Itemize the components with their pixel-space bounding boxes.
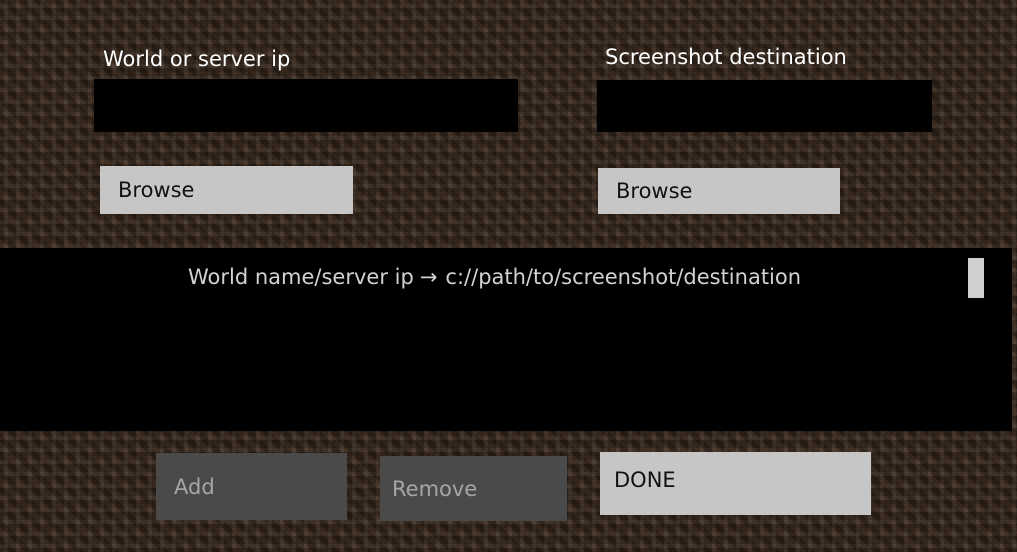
done-button[interactable]: DONE: [600, 452, 871, 515]
done-button-label: DONE: [614, 468, 676, 492]
remove-button[interactable]: Remove: [380, 456, 567, 521]
list-item-source: World name/server ip: [188, 265, 414, 289]
browse-destination-button[interactable]: Browse: [598, 168, 840, 214]
destination-input[interactable]: [597, 80, 932, 132]
arrow-right-icon: →: [419, 265, 438, 289]
add-button-label: Add: [174, 474, 215, 499]
destination-input-label: Screenshot destination: [605, 45, 847, 69]
list-item-destination: c://path/to/screenshot/destination: [445, 265, 802, 289]
mapping-list[interactable]: World name/server ip → c://path/to/screens…: [0, 248, 1012, 431]
add-button[interactable]: Add: [156, 453, 347, 520]
browse-world-button-label: Browse: [118, 178, 195, 202]
scrollbar-thumb[interactable]: [968, 258, 984, 298]
browse-destination-button-label: Browse: [616, 179, 693, 203]
browse-world-button[interactable]: Browse: [100, 166, 353, 214]
remove-button-label: Remove: [392, 476, 478, 501]
list-item[interactable]: World name/server ip → c://path/to/screens…: [188, 265, 801, 289]
world-input[interactable]: [94, 79, 518, 132]
world-input-label: World or server ip: [103, 47, 291, 71]
